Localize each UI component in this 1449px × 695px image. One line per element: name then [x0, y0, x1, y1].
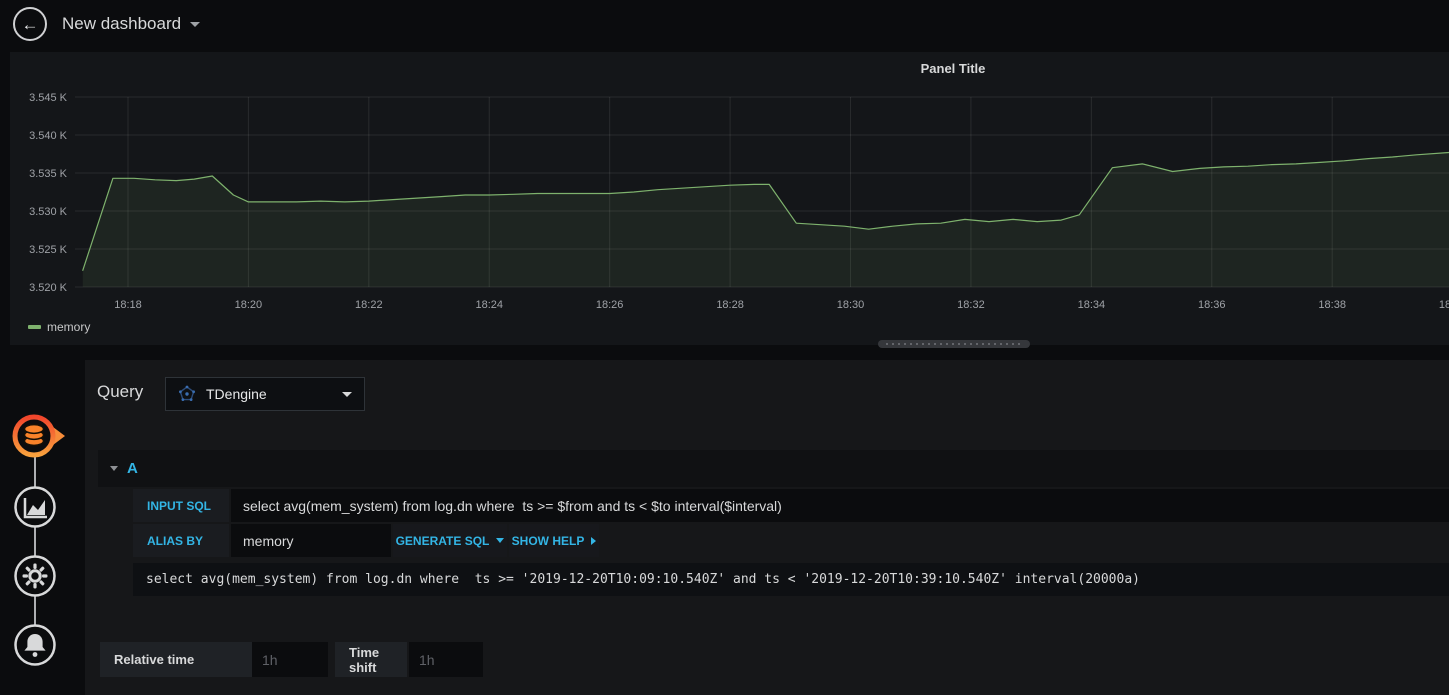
svg-text:18:20: 18:20: [235, 299, 263, 311]
relative-time-input[interactable]: [252, 642, 328, 677]
dashboard-title: New dashboard: [62, 14, 182, 33]
datasource-name: TDengine: [206, 386, 267, 402]
collapse-caret-icon: [110, 466, 118, 471]
svg-text:3.535 K: 3.535 K: [29, 168, 68, 180]
input-sql-label: INPUT SQL: [133, 489, 229, 522]
time-shift-input[interactable]: [409, 642, 483, 677]
svg-text:18:18: 18:18: [114, 299, 142, 311]
svg-text:3.545 K: 3.545 K: [29, 92, 68, 104]
tab-general-settings[interactable]: [13, 554, 57, 598]
panel-resize-handle[interactable]: [878, 340, 1030, 348]
svg-text:18:30: 18:30: [837, 299, 865, 311]
database-icon: [23, 423, 45, 447]
navbar: ← New dashboard: [0, 0, 1449, 48]
alias-by-label: ALIAS BY: [133, 524, 229, 557]
input-sql-field[interactable]: [231, 489, 1449, 522]
svg-text:18:28: 18:28: [716, 299, 744, 311]
svg-text:3.520 K: 3.520 K: [29, 282, 68, 294]
show-help-button[interactable]: SHOW HELP: [509, 524, 599, 557]
svg-text:18:36: 18:36: [1198, 299, 1226, 311]
legend-label[interactable]: memory: [47, 320, 90, 334]
chevron-down-icon: [496, 538, 505, 543]
svg-text:3.525 K: 3.525 K: [29, 244, 68, 256]
relative-time-label: Relative time: [100, 642, 252, 677]
legend: memory: [28, 319, 90, 335]
svg-text:18:38: 18:38: [1318, 299, 1346, 311]
resize-handle-dots: [886, 343, 1022, 345]
datasource-picker[interactable]: TDengine: [165, 377, 365, 411]
generate-sql-button[interactable]: GENERATE SQL: [393, 524, 507, 557]
chevron-down-icon: [342, 391, 352, 397]
generated-sql-preview: select avg(mem_system) from log.dn where…: [133, 563, 1449, 596]
tab-visualization[interactable]: [13, 485, 57, 529]
svg-text:18:32: 18:32: [957, 299, 985, 311]
back-arrow-icon: ←: [21, 14, 39, 34]
sidebar-connector-line: [34, 436, 36, 648]
svg-text:18:22: 18:22: [355, 299, 383, 311]
query-section-title: Query: [97, 382, 144, 401]
graph-panel: Panel Title 3.520 K 3.525 K 3.530 K 3.535 K…: [10, 52, 1449, 345]
dashboard-title-menu[interactable]: New dashboard: [62, 0, 201, 48]
svg-text:18:24: 18:24: [475, 299, 503, 311]
legend-color-swatch: [28, 325, 41, 329]
chevron-right-icon: [591, 536, 597, 545]
alias-by-field[interactable]: [231, 524, 391, 557]
svg-text:18:40: 18:40: [1439, 299, 1449, 311]
svg-text:18:26: 18:26: [596, 299, 624, 311]
tab-alert[interactable]: [13, 623, 57, 667]
query-letter: A: [127, 460, 138, 477]
chevron-down-icon: [190, 21, 201, 27]
time-series-chart[interactable]: 3.520 K 3.525 K 3.530 K 3.535 K 3.540 K 3.545…: [10, 52, 1449, 345]
query-editor-panel: Query TDengine A INPUT SQL ALIAS BY GENE…: [85, 360, 1449, 695]
back-button[interactable]: ←: [13, 7, 47, 41]
time-shift-label: Time shift: [335, 642, 407, 677]
svg-text:3.530 K: 3.530 K: [29, 206, 68, 218]
svg-text:3.540 K: 3.540 K: [29, 130, 68, 142]
query-row-header[interactable]: A: [98, 450, 1449, 487]
tdengine-icon: [179, 385, 195, 401]
svg-text:18:34: 18:34: [1078, 299, 1106, 311]
tab-queries[interactable]: [9, 412, 67, 460]
